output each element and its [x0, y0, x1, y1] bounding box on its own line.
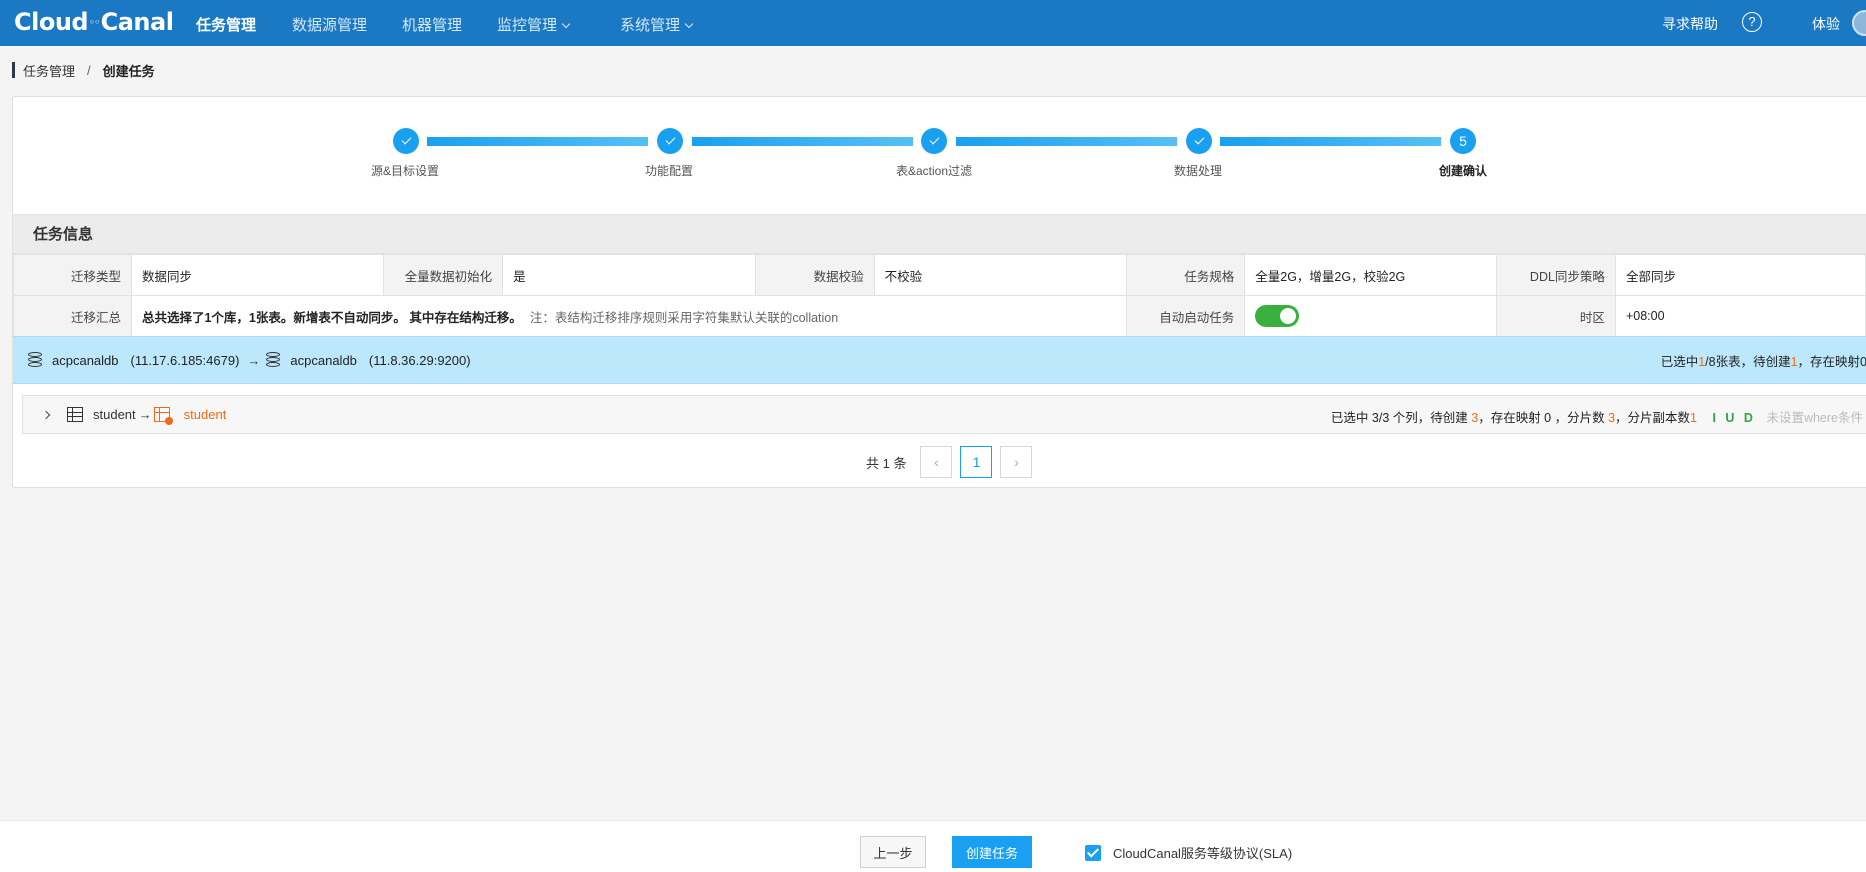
footer-bar: 上一步 创建任务 CloudCanal服务等级协议(SLA) — [0, 820, 1866, 872]
target-db-name: acpcanaldb — [290, 352, 357, 368]
source-db-address: (11.17.6.185:4679) — [130, 352, 240, 368]
step-5-current: 5 — [1450, 128, 1476, 154]
nav-monitoring-label: 监控管理 — [497, 17, 558, 34]
database-icon — [266, 352, 281, 368]
chevron-down-icon — [684, 19, 694, 29]
target-db-address: (11.8.36.29:9200) — [368, 352, 471, 368]
breadcrumb-parent[interactable]: 任务管理 — [23, 61, 75, 80]
value-task-spec: 全量2G，增量2G，校验2G — [1244, 254, 1498, 296]
arrow-right-icon: → — [138, 407, 152, 422]
new-table-icon — [153, 407, 173, 425]
label-ddl-policy: DDL同步策略 — [1496, 254, 1616, 296]
db-mapping-bar: acpcanaldb (11.17.6.185:4679) → acpcanal… — [13, 336, 1866, 384]
check-icon — [929, 134, 939, 145]
check-icon — [1194, 134, 1204, 145]
step-label-data-processing: 数据处理 — [1173, 164, 1222, 178]
summary-text: 总共选择了1个库，1张表。新增表不自动同步。 其中存在结构迁移。 — [141, 310, 522, 325]
chevron-down-icon — [561, 19, 571, 29]
step-label-function-config: 功能配置 — [644, 164, 693, 178]
arrow-right-icon: → — [247, 352, 261, 368]
nav-datasources[interactable]: 数据源管理 — [292, 14, 367, 35]
auto-start-toggle[interactable] — [1255, 305, 1300, 327]
section-title: 任务信息 — [13, 214, 1866, 254]
step-connector — [427, 137, 648, 146]
db-selection-summary: 已选中1/8张表，待创建1，存在映射0 — [1660, 355, 1866, 369]
avatar[interactable] — [1852, 10, 1866, 36]
value-ddl-policy: 全部同步 — [1614, 254, 1866, 296]
source-table-name: student — [93, 407, 136, 422]
nav-monitoring[interactable]: 监控管理 — [497, 14, 571, 35]
label-data-check: 数据校验 — [755, 254, 875, 296]
logo[interactable]: Cloud◦◦Canal — [14, 8, 174, 36]
step-connector — [1220, 137, 1441, 146]
list-item: student → student 已选中 3/3 个列，待创建 3，存在映射 … — [22, 395, 1866, 434]
label-migration-type: 迁移类型 — [13, 254, 132, 296]
step-label-confirm: 创建确认 — [1438, 164, 1487, 178]
summary-note: 注：表结构迁移排序规则采用字符集默认关联的collation — [529, 310, 839, 325]
check-icon — [401, 134, 411, 145]
task-info-table: 迁移类型 数据同步 全量数据初始化 是 数据校验 不校验 任务规格 全量2G，增… — [13, 254, 1866, 337]
value-auto-start — [1244, 295, 1498, 337]
where-condition-link[interactable]: 未设置where条件 — [1766, 411, 1863, 425]
step-4-done — [1186, 128, 1212, 154]
create-task-button[interactable]: 创建任务 — [952, 836, 1032, 868]
source-db-name: acpcanaldb — [52, 352, 119, 368]
step-connector — [956, 137, 1177, 146]
value-summary: 总共选择了1个库，1张表。新增表不自动同步。 其中存在结构迁移。 注：表结构迁移排… — [130, 295, 1127, 337]
target-table-name[interactable]: student — [184, 407, 227, 422]
top-nav: Cloud◦◦Canal 任务管理 数据源管理 机器管理 监控管理 系统管理 寻… — [0, 0, 1866, 46]
step-2-done — [657, 128, 683, 154]
step-1-done — [393, 128, 419, 154]
step-connector — [692, 137, 913, 146]
checkbox-checked-icon[interactable] — [1085, 844, 1101, 861]
check-icon — [665, 134, 675, 145]
next-page-button[interactable]: › — [1000, 446, 1033, 478]
sla-checkbox[interactable]: CloudCanal服务等级协议(SLA) — [1085, 843, 1292, 862]
nav-tasks[interactable]: 任务管理 — [196, 14, 256, 35]
iud-actions[interactable]: I U D — [1712, 411, 1752, 425]
label-timezone: 时区 — [1496, 295, 1616, 337]
breadcrumb-separator: / — [87, 62, 91, 78]
chevron-right-icon[interactable] — [41, 410, 51, 419]
user-name[interactable]: 体验 — [1812, 14, 1840, 34]
prev-page-button[interactable]: ‹ — [920, 446, 953, 478]
label-auto-start: 自动启动任务 — [1125, 295, 1246, 337]
value-full-init: 是 — [502, 254, 757, 296]
table-icon — [67, 407, 83, 422]
nav-machines[interactable]: 机器管理 — [402, 14, 462, 35]
step-label-source-target: 源&目标设置 — [370, 164, 439, 178]
label-summary: 迁移汇总 — [13, 295, 132, 337]
previous-step-button[interactable]: 上一步 — [860, 836, 926, 868]
label-full-init: 全量数据初始化 — [383, 254, 504, 296]
nav-system-label: 系统管理 — [620, 17, 681, 34]
step-3-done — [921, 128, 947, 154]
database-icon — [28, 352, 42, 368]
table-row: 迁移类型 数据同步 全量数据初始化 是 数据校验 不校验 任务规格 全量2G，增… — [13, 254, 1866, 296]
step-label-table-filter: 表&action过滤 — [895, 164, 973, 178]
pagination: 共 1 条 ‹ 1 › — [866, 446, 1033, 478]
pagination-total: 共 1 条 — [866, 455, 907, 471]
logo-mark: ◦◦ — [89, 17, 100, 28]
breadcrumb-current: 创建任务 — [102, 63, 155, 79]
sla-label[interactable]: CloudCanal服务等级协议(SLA) — [1113, 843, 1292, 862]
value-migration-type: 数据同步 — [130, 254, 385, 296]
label-task-spec: 任务规格 — [1125, 254, 1246, 296]
value-data-check: 不校验 — [873, 254, 1127, 296]
value-timezone: +08:00 — [1614, 295, 1866, 337]
help-link[interactable]: 寻求帮助 — [1662, 14, 1718, 34]
help-icon[interactable]: ? — [1742, 12, 1762, 32]
table-selection-summary: 已选中 3/3 个列，待创建 3，存在映射 0 ，分片数 3，分片副本数1 I … — [1330, 411, 1863, 425]
page-1-button[interactable]: 1 — [960, 446, 993, 478]
breadcrumb: 任务管理 / 创建任务 — [12, 61, 155, 80]
table-row: 迁移汇总 总共选择了1个库，1张表。新增表不自动同步。 其中存在结构迁移。 注：表… — [13, 295, 1866, 337]
nav-system[interactable]: 系统管理 — [620, 14, 694, 35]
toggle-knob — [1280, 308, 1297, 324]
